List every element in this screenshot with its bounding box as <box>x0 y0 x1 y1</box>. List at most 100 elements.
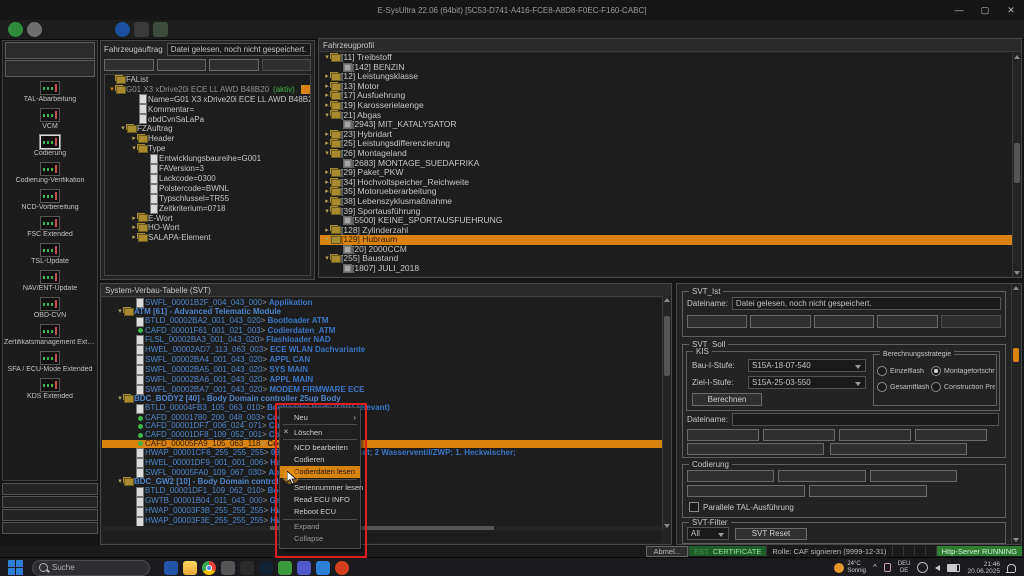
tree-row[interactable]: FZAuftrag <box>105 124 310 134</box>
expander-icon[interactable] <box>116 395 124 404</box>
copy-icon[interactable] <box>65 22 80 37</box>
expander-icon[interactable] <box>323 91 331 101</box>
notification-bell-icon[interactable] <box>1007 564 1016 572</box>
close-icon[interactable]: ✕ <box>998 1 1024 19</box>
taskbar-search[interactable]: Suche <box>32 560 150 576</box>
sidebar-bottom-button[interactable] <box>2 496 98 508</box>
bau-i-stufe-select[interactable]: S15A-18-07-540 <box>748 359 866 372</box>
token-icon[interactable] <box>172 22 187 37</box>
clock[interactable]: 21:46 20.06.2025 <box>967 561 1000 575</box>
svt-soll-button[interactable] <box>687 443 824 455</box>
sidebar-bottom-button[interactable] <box>2 483 98 495</box>
right-panel-scrollbar[interactable] <box>1011 284 1021 544</box>
chat-icon[interactable] <box>316 561 330 575</box>
tree-row[interactable]: GWTB_00001B04_011_043_000 Gatewaytab <box>102 497 670 507</box>
svt-soll-button[interactable] <box>915 429 987 441</box>
svt-ist-button[interactable] <box>687 315 747 328</box>
svt-ist-dateiname-field[interactable]: Datei gelesen, noch nicht gespeichert. <box>732 297 1001 310</box>
tree-row[interactable]: HWEL_00002AD7_113_063_003 ECE WLAN Dachv… <box>102 345 670 355</box>
strategie-radio[interactable]: Montagefortschritt <box>931 366 995 376</box>
tree-row[interactable]: BTLD_00001DF1_109_062_010 Bootloader G <box>102 487 670 497</box>
context-menu-item[interactable]: Expand <box>280 521 360 533</box>
battery-icon[interactable] <box>947 564 960 572</box>
record-icon[interactable] <box>27 22 42 37</box>
tree-row[interactable]: Header <box>105 134 310 144</box>
tree-row[interactable]: Kommentar= <box>105 104 310 114</box>
sidebar-item[interactable]: KDS Extended <box>3 378 97 400</box>
berechnen-button[interactable]: Berechnen <box>692 393 762 406</box>
tree-row[interactable]: [128] Zylinderzahl <box>320 226 1020 236</box>
connect-icon[interactable] <box>46 22 61 37</box>
microphone-icon[interactable] <box>884 563 891 572</box>
strategie-radio[interactable]: Gesamtflash <box>877 382 931 392</box>
scroll-up-icon[interactable] <box>1014 55 1020 59</box>
codierung-button[interactable] <box>809 485 927 497</box>
context-menu-item[interactable]: Neu › <box>280 411 360 423</box>
svt-hscrollbar[interactable] <box>103 526 661 530</box>
svt-ist-button[interactable] <box>750 315 810 328</box>
expander-icon[interactable] <box>323 207 331 217</box>
expander-icon[interactable] <box>116 308 124 317</box>
ziel-i-stufe-select[interactable]: S15A-25-03-550 <box>748 376 866 389</box>
context-menu-item[interactable]: Read ECU INFO <box>280 493 360 505</box>
tree-row[interactable]: [142] BENZIN <box>320 63 1020 73</box>
tree-row[interactable]: [12] Leistungsklasse <box>320 72 1020 82</box>
expander-icon[interactable] <box>323 168 331 178</box>
tree-row[interactable]: SALAPA-Element <box>105 233 310 243</box>
language-indicator[interactable]: DEUDE <box>898 561 911 574</box>
mode-button[interactable] <box>5 42 95 59</box>
context-menu-item[interactable]: Codierdaten lesen <box>280 466 360 478</box>
context-menu-item[interactable]: Reboot ECU <box>280 505 360 517</box>
expander-icon[interactable] <box>323 254 331 264</box>
svt-soll-button[interactable] <box>687 429 759 441</box>
sidebar-item[interactable]: VCM <box>3 108 97 130</box>
sidebar-item[interactable]: Codierung-Verifikation <box>3 162 97 184</box>
weather-widget[interactable]: 24°C Sonnig <box>834 561 866 574</box>
expander-icon[interactable] <box>323 139 331 149</box>
browser-icon[interactable] <box>335 561 349 575</box>
security-icon[interactable] <box>259 561 273 575</box>
scroll-thumb[interactable] <box>1014 143 1020 183</box>
radio-icon[interactable] <box>931 382 941 392</box>
scroll-down-icon[interactable] <box>1014 271 1020 275</box>
tree-row[interactable]: HWAP_00001CF6_255_255_255 06 LIN/J; NSW;… <box>102 448 670 458</box>
tree-row[interactable]: ATM [61] - Advanced Telematic Module <box>102 308 670 317</box>
codierung-button[interactable] <box>778 470 865 482</box>
expander-icon[interactable] <box>108 85 116 95</box>
tree-row[interactable]: Zeitkriterium=0718 <box>105 204 310 214</box>
acrobat-icon[interactable] <box>240 561 254 575</box>
context-menu-item[interactable]: Seriennummer lesen <box>280 481 360 493</box>
menu-item[interactable] <box>26 8 42 12</box>
fa-button[interactable] <box>104 59 154 71</box>
tree-row[interactable]: [17] Ausfuehrung <box>320 91 1020 101</box>
tree-row[interactable]: HWEL_00001DF9_001_001_006 Hardware <box>102 458 670 468</box>
scroll-up-icon[interactable] <box>1013 286 1019 290</box>
tree-row[interactable]: BDC_GW2 [10] - Body Domain controller 25… <box>102 478 670 487</box>
tray-chevron-icon[interactable]: ^ <box>873 563 877 572</box>
fa-button[interactable] <box>209 59 259 71</box>
expander-icon[interactable] <box>119 124 127 134</box>
profile-scrollbar[interactable] <box>1012 53 1021 277</box>
sidebar-item[interactable]: Zertifikatsmanagement Exten... <box>3 324 97 346</box>
expander-icon[interactable] <box>116 478 124 487</box>
photos-icon[interactable] <box>278 561 292 575</box>
svt-reset-button[interactable]: SVT Reset <box>735 528 807 540</box>
tree-row[interactable]: FLSL_00002BA3_001_043_020 Flashloader NA… <box>102 335 670 345</box>
svt-soll-button[interactable] <box>763 429 835 441</box>
sidebar-item[interactable]: FSC Extended <box>3 216 97 238</box>
strategie-radio[interactable]: Einzelflash <box>877 366 931 376</box>
ime-icon[interactable] <box>917 562 928 573</box>
tree-row[interactable]: [2943] MIT_KATALYSATOR <box>320 120 1020 130</box>
codierung-button[interactable] <box>687 485 805 497</box>
context-menu-item[interactable]: NCD bearbeiten <box>280 441 360 453</box>
tree-row[interactable]: Polstercode=BWNL <box>105 184 310 194</box>
svt-soll-dateiname-field[interactable] <box>732 413 999 426</box>
minimize-icon[interactable]: — <box>946 1 972 19</box>
tree-row[interactable]: Entwicklungsbaureihe=G001 <box>105 154 310 164</box>
sidebar-item[interactable]: NAV/ENT-Update <box>3 270 97 292</box>
expander-icon[interactable] <box>323 72 331 82</box>
tree-row[interactable]: CAFD_00005FA9_105_063_118 Codingdata B <box>102 440 670 449</box>
context-menu-item[interactable]: Collapse <box>280 533 360 545</box>
tree-row[interactable]: [5500] KEINE_SPORTAUSFUEHRUNG <box>320 216 1020 226</box>
tree-row[interactable]: obdCvnSaLaPa <box>105 114 310 124</box>
